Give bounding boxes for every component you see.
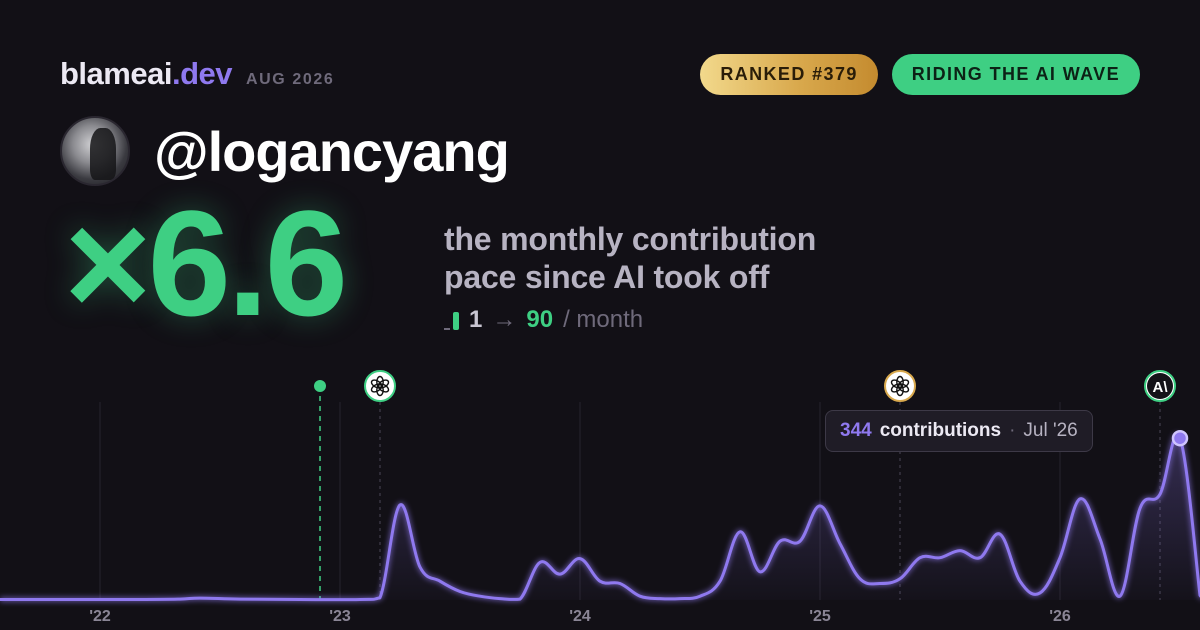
pace-from: 1 <box>469 306 483 333</box>
x-tick-label: '22 <box>89 608 111 625</box>
x-tick-label: '24 <box>569 608 591 625</box>
brand-name: blameai <box>60 56 172 91</box>
svg-text:A\: A\ <box>1153 379 1169 396</box>
status-badge: RIDING THE AI WAVE <box>891 54 1140 95</box>
tooltip-separator: · <box>1009 420 1016 441</box>
badge-group: RANKED #379 RIDING THE AI WAVE <box>700 54 1140 95</box>
data-tooltip: 344 contributions · Jul '26 <box>825 410 1093 452</box>
avatar <box>60 116 130 186</box>
x-tick-label: '23 <box>329 608 351 625</box>
milestone-dot-icon <box>314 380 326 392</box>
contribution-line <box>0 433 1200 602</box>
x-tick-label: '25 <box>809 608 831 625</box>
rank-badge: RANKED #379 <box>700 54 878 95</box>
mini-bar-after <box>453 312 459 330</box>
brand-logo[interactable]: blameai.dev <box>60 56 232 92</box>
description-line-1: the monthly contribution <box>444 221 817 257</box>
anthropic-icon: A\ <box>1144 370 1176 402</box>
mini-bars-icon <box>444 310 459 330</box>
pace-unit: / month <box>563 306 644 333</box>
multiplier-value: ×6.6 <box>64 179 348 347</box>
arrow-right-icon: → <box>492 306 517 333</box>
brand: blameai.dev AUG 2026 <box>60 56 334 92</box>
x-tick-label: '26 <box>1049 608 1071 625</box>
pace-to: 90 <box>526 306 554 333</box>
contribution-area <box>0 435 1200 600</box>
brand-tld: .dev <box>171 56 233 91</box>
mini-bar-before <box>444 328 450 330</box>
highlight-point <box>1171 429 1189 447</box>
report-date: AUG 2026 <box>245 71 335 88</box>
description-line-2: pace since AI took off <box>444 259 770 295</box>
pace-summary: 1 → 90 / month <box>444 306 816 334</box>
openai-icon <box>884 370 916 402</box>
headline-description: the monthly contribution pace since AI t… <box>444 220 816 334</box>
contribution-chart: A\ '22 '23 '24 '25 '26 <box>0 370 1200 625</box>
openai-icon <box>364 370 396 402</box>
tooltip-count: 344 <box>840 420 872 441</box>
user-header: @logancyang <box>60 116 510 186</box>
tooltip-date: Jul '26 <box>1023 420 1078 441</box>
tooltip-label: contributions <box>879 420 1002 441</box>
user-handle: @logancyang <box>154 119 510 183</box>
